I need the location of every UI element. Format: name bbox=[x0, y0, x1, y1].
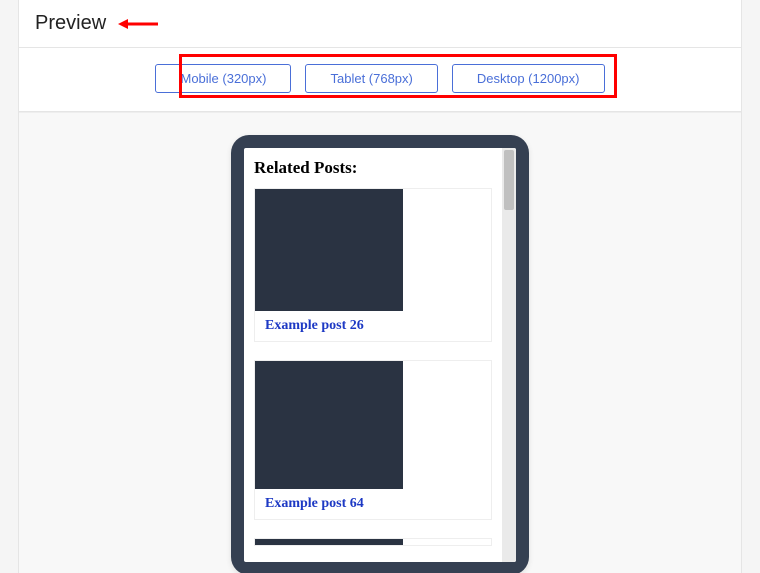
arrow-left-icon bbox=[118, 17, 160, 31]
toolbar-wrap: Mobile (320px) Tablet (768px) Desktop (1… bbox=[19, 48, 741, 111]
post-thumbnail bbox=[255, 189, 403, 311]
device-frame: Related Posts: Example post 26 Example p… bbox=[231, 135, 529, 573]
post-thumbnail bbox=[255, 361, 403, 489]
tablet-size-button[interactable]: Tablet (768px) bbox=[305, 64, 437, 93]
left-rail bbox=[0, 0, 19, 573]
mobile-size-button[interactable]: Mobile (320px) bbox=[155, 64, 291, 93]
post-card[interactable]: Example post 64 bbox=[254, 360, 492, 520]
post-title-link[interactable]: Example post 26 bbox=[255, 311, 491, 341]
post-title-link[interactable]: Example post 64 bbox=[255, 489, 491, 519]
right-rail bbox=[741, 0, 760, 573]
post-card[interactable]: Example post 26 bbox=[254, 188, 492, 342]
main-panel: Preview Mobile (320px) Tablet (768px) De… bbox=[19, 0, 741, 573]
screen-content: Related Posts: Example post 26 Example p… bbox=[244, 148, 502, 562]
post-card[interactable] bbox=[254, 538, 492, 546]
post-thumbnail bbox=[255, 539, 403, 545]
page-title: Preview bbox=[35, 12, 106, 35]
size-toolbar: Mobile (320px) Tablet (768px) Desktop (1… bbox=[155, 64, 604, 93]
related-posts-heading: Related Posts: bbox=[254, 158, 492, 178]
device-screen: Related Posts: Example post 26 Example p… bbox=[244, 148, 516, 562]
scrollbar[interactable] bbox=[502, 148, 516, 562]
desktop-size-button[interactable]: Desktop (1200px) bbox=[452, 64, 605, 93]
scrollbar-thumb[interactable] bbox=[504, 150, 514, 210]
preview-header: Preview bbox=[19, 0, 741, 47]
preview-area: Related Posts: Example post 26 Example p… bbox=[19, 112, 741, 573]
